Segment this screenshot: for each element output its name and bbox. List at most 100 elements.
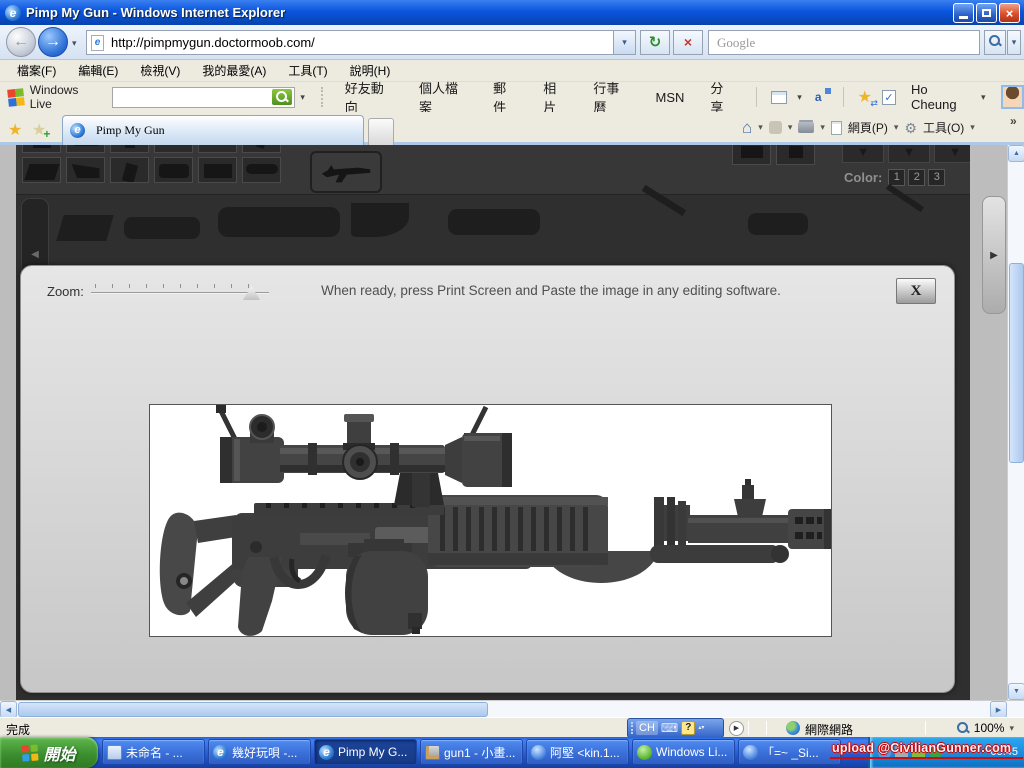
part-tile[interactable] [22,157,61,183]
web-search-box[interactable] [708,30,980,55]
part-tile[interactable] [154,145,193,153]
start-button[interactable]: 開始 [0,737,98,768]
scroll-down-button[interactable]: ▼ [1008,683,1024,700]
part-tile[interactable] [110,145,149,153]
print-icon[interactable] [798,122,814,133]
favorites-center-icon[interactable]: ★ [8,120,22,140]
part-silhouette[interactable] [124,217,200,239]
home-dropdown[interactable]: ▾ [758,122,763,133]
menu-file[interactable]: 檔案(F) [6,60,67,81]
page-zoom-level[interactable]: 100% [974,721,1005,735]
stop-button[interactable]: × [673,30,703,55]
menu-tools[interactable]: 工具(T) [277,60,338,81]
live-search-box[interactable] [112,87,295,108]
checklist-icon[interactable]: ✓ [882,90,896,105]
part-tile[interactable] [732,145,771,165]
live-search-dropdown[interactable]: ▾ [300,92,305,103]
tools-menu-dropdown[interactable]: ▾ [970,122,975,133]
live-item-photos[interactable]: 相片 [543,78,567,116]
part-tile[interactable] [154,157,193,183]
part-tile[interactable] [22,145,61,153]
task-button-paint[interactable]: gun1 - 小畫... [420,739,523,765]
language-bar-options[interactable]: ▴▾ [698,725,704,731]
add-favorite-icon[interactable]: ★ [32,122,46,139]
mail-form-icon[interactable] [771,91,787,104]
live-item-profile[interactable]: 個人檔案 [419,78,467,116]
tab-pimp-my-gun[interactable]: e Pimp My Gun [62,115,364,145]
live-item-calendar[interactable]: 行事曆 [593,78,629,116]
layer-button[interactable]: ▼ [934,145,970,163]
keyboard-icon[interactable]: ⌨ [661,722,678,734]
scroll-parts-right-button[interactable]: ▶ [982,196,1006,314]
history-dropdown-icon[interactable]: ▾ [72,38,77,49]
user-avatar[interactable] [1001,85,1024,109]
language-help-icon[interactable]: ? [681,721,695,735]
color-3-button[interactable]: 3 [928,169,945,186]
page-menu-dropdown[interactable]: ▾ [894,122,899,133]
part-silhouette[interactable] [748,213,808,235]
zoom-slider[interactable] [91,282,269,308]
scroll-right-button[interactable]: ▶ [990,701,1007,718]
language-indicator[interactable]: CH [636,721,658,735]
page-zoom-dropdown[interactable]: ▾ [1009,723,1014,734]
page-icon[interactable] [831,121,842,135]
task-button-ie-1[interactable]: e幾好玩唄 -... [208,739,311,765]
search-options-dropdown[interactable]: ▾ [1007,30,1021,55]
language-bar-restore-button[interactable]: ▶ [729,721,744,736]
page-zoom-control[interactable]: 100% ▾ [957,721,1014,735]
signed-in-user[interactable]: Ho Cheung [911,82,972,112]
task-button-pimp-my-gun[interactable]: ePimp My G... [314,739,417,765]
vertical-scrollbar[interactable]: ▲ ▼ [1007,145,1024,700]
live-item-whats-new[interactable]: 好友動向 [345,78,393,116]
part-tile[interactable] [66,157,105,183]
live-search-input[interactable] [113,89,272,105]
favorites-sync-icon[interactable]: ★ [858,87,872,107]
part-tile[interactable] [198,157,237,183]
close-button[interactable]: × [999,3,1020,23]
part-tile[interactable] [110,157,149,183]
part-tile[interactable] [66,145,105,153]
live-item-msn[interactable]: MSN [655,90,684,105]
horizontal-scroll-thumb[interactable] [18,702,488,717]
address-bar[interactable]: e ▾ [86,30,636,55]
part-silhouette[interactable] [56,215,113,241]
part-silhouette[interactable] [448,209,540,235]
task-button-messenger-chat[interactable]: 阿堅 <kin.1... [526,739,629,765]
menu-edit[interactable]: 編輯(E) [67,60,129,81]
task-button-notepad[interactable]: 未命名 - ... [102,739,205,765]
menu-view[interactable]: 檢視(V) [129,60,191,81]
live-search-button[interactable] [272,89,292,105]
back-button[interactable]: ← [6,27,36,57]
live-item-mail[interactable]: 郵件 [493,78,517,116]
forward-button[interactable]: → [38,27,68,57]
search-button[interactable] [984,30,1006,55]
modal-close-button[interactable]: X [896,278,936,304]
active-weapon-tab[interactable] [310,151,382,193]
toolbar-overflow-chevron[interactable]: » [1010,114,1017,128]
tools-menu-label[interactable]: 工具(O) [923,119,964,136]
color-1-button[interactable]: 1 [888,169,905,186]
part-tile[interactable] [776,145,815,165]
home-icon[interactable]: ⌂ [742,121,752,135]
horizontal-scrollbar[interactable]: ◀ ▶ [0,700,1024,717]
zoom-slider-track[interactable] [91,292,269,294]
part-tile[interactable] [198,145,237,153]
part-silhouette[interactable] [218,207,340,237]
minimize-button[interactable] [953,3,974,23]
translate-icon[interactable]: a [815,90,829,105]
part-tile[interactable] [242,157,281,183]
menu-favorites[interactable]: 我的最愛(A) [191,60,277,81]
maximize-button[interactable] [976,3,997,23]
language-bar-grip[interactable] [631,722,633,734]
scroll-left-button[interactable]: ◀ [0,701,17,718]
page-menu-label[interactable]: 網頁(P) [848,119,888,136]
part-silhouette[interactable] [351,203,409,237]
vertical-scroll-thumb[interactable] [1009,263,1024,463]
part-tile[interactable] [242,145,281,153]
layer-button[interactable]: ▼ [842,145,884,163]
tools-gear-icon[interactable]: ⚙ [904,122,917,134]
refresh-button[interactable]: ↻ [640,30,670,55]
search-input[interactable] [715,34,979,52]
task-button-windows-live[interactable]: Windows Li... [632,739,735,765]
print-dropdown[interactable]: ▾ [820,122,825,133]
